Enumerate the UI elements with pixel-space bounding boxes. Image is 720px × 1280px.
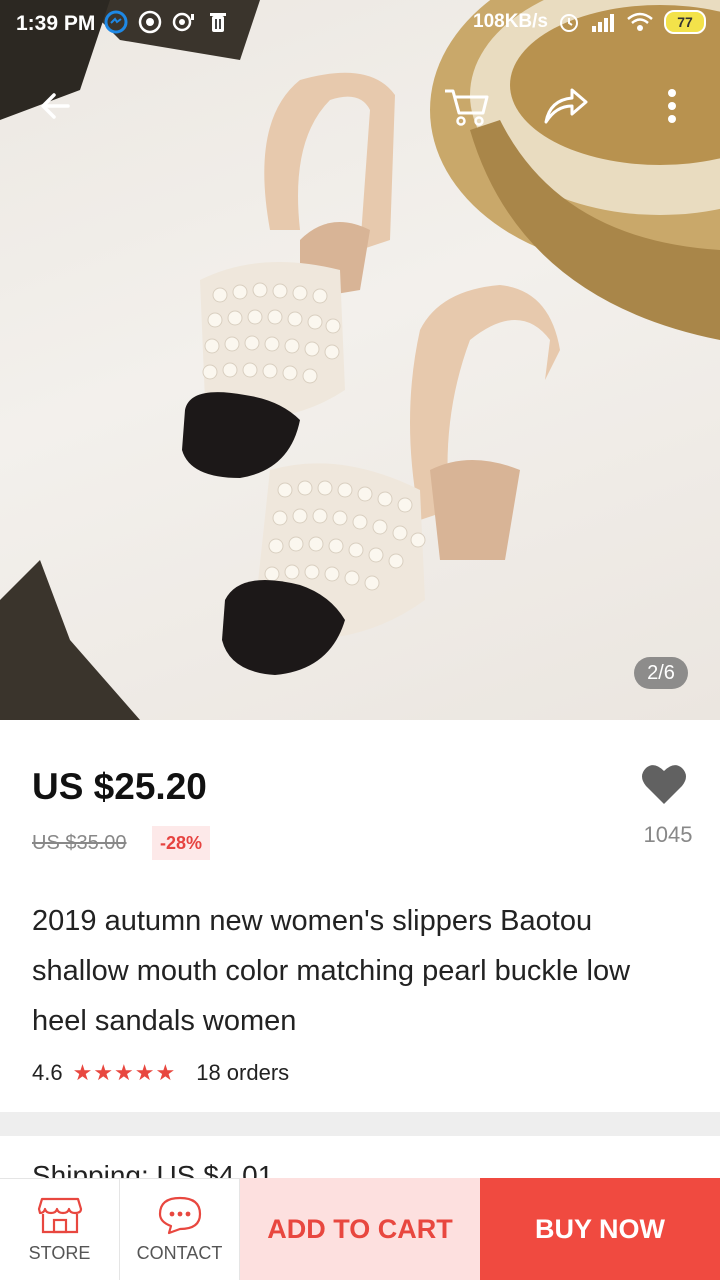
contact-button[interactable]: CONTACT [120,1178,240,1280]
back-button[interactable] [28,78,84,134]
chat-icon [158,1196,201,1235]
messenger-icon [104,10,128,34]
orders-count: 18 orders [196,1060,290,1085]
wishlist-count: 1045 [643,822,693,847]
cart-button[interactable] [438,78,494,134]
more-options-button[interactable] [644,78,700,134]
buy-now-button[interactable]: BUY NOW [480,1178,720,1280]
product-info: US $25.20 US $35.00 -28% 1045 2019 autum… [0,720,720,1112]
status-right: 108KB/s 77 [473,10,706,34]
product-title: 2019 autumn new women's slippers Baotou … [32,905,631,1037]
product-image-gallery[interactable]: 1:39 PM 108KB/s 77 2/6 [0,0,720,720]
store-button[interactable]: STORE [0,1178,120,1280]
share-icon [544,88,588,124]
store-icon [37,1197,82,1234]
cart-icon [445,89,489,126]
wifi-icon [627,12,653,31]
contact-label: CONTACT [136,1243,223,1263]
rating-value: 4.6 [32,1060,63,1085]
bottom-action-bar: STORE CONTACT ADD TO CART BUY NOW [0,1178,720,1280]
media-icon [172,12,194,32]
heart-icon [642,765,686,804]
trash-icon [210,13,226,32]
status-bar: 1:39 PM 108KB/s 77 [0,0,720,48]
share-button[interactable] [538,78,594,134]
wishlist-button[interactable] [640,762,696,812]
back-arrow-icon [41,93,70,119]
alarm-icon [560,14,578,32]
star-rating-icon: ★★★★★ [72,1060,177,1085]
image-counter: 2/6 [634,657,688,689]
original-price: US $35.00 [32,832,127,854]
product-photo [0,0,720,720]
rating-row[interactable]: 4.6 ★★★★★ 18 orders [32,1060,289,1086]
more-vertical-icon [668,89,676,123]
store-label: STORE [28,1243,91,1263]
network-speed: 108KB/s [473,11,548,32]
battery-indicator: 77 [664,10,706,34]
product-price: US $25.20 [32,766,207,807]
status-time: 1:39 PM [16,12,96,35]
section-divider [0,1112,720,1136]
add-to-cart-button[interactable]: ADD TO CART [240,1178,480,1280]
signal-icon [592,14,614,32]
notification-icons [104,10,230,34]
whatsapp-icon [138,10,162,34]
discount-badge: -28% [152,826,211,860]
